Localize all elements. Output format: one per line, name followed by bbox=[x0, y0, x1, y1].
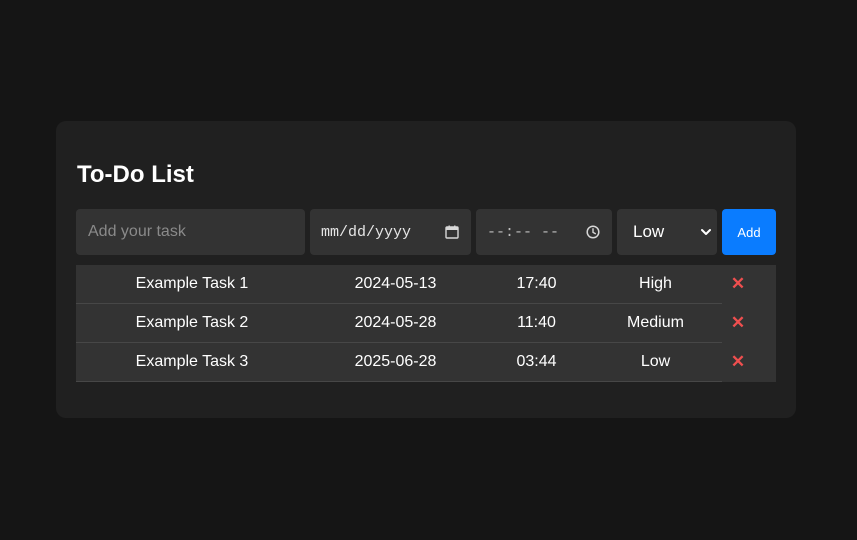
task-time: 17:40 bbox=[516, 275, 557, 292]
task-name: Example Task 1 bbox=[135, 275, 249, 292]
task-name: Example Task 2 bbox=[135, 314, 249, 331]
task-row: Example Task 1 2024-05-13 17:40 High ✕ bbox=[76, 265, 776, 304]
task-priority: High bbox=[639, 275, 672, 292]
task-row: Example Task 3 2025-06-28 03:44 Low ✕ bbox=[76, 343, 776, 382]
task-date: 2024-05-13 bbox=[354, 275, 437, 292]
delete-task-icon[interactable]: ✕ bbox=[722, 304, 754, 343]
add-task-button[interactable]: Add bbox=[722, 209, 776, 255]
task-time: 03:44 bbox=[516, 353, 557, 370]
chevron-down-icon bbox=[701, 228, 711, 236]
calendar-icon[interactable] bbox=[445, 225, 459, 239]
clock-icon[interactable] bbox=[586, 225, 600, 239]
date-input[interactable]: mm/dd/yyyy bbox=[310, 209, 471, 255]
task-priority: Medium bbox=[627, 314, 684, 331]
priority-select[interactable]: Low bbox=[617, 209, 717, 255]
task-name: Example Task 3 bbox=[135, 353, 249, 370]
time-input[interactable]: --:-- -- bbox=[476, 209, 612, 255]
row-divider bbox=[76, 381, 722, 382]
priority-selected-value: Low bbox=[633, 222, 665, 241]
task-row: Example Task 2 2024-05-28 11:40 Medium ✕ bbox=[76, 304, 776, 343]
task-date: 2024-05-28 bbox=[354, 314, 437, 331]
task-input[interactable]: Add your task bbox=[76, 209, 305, 255]
page-title: To-Do List bbox=[77, 161, 194, 188]
task-date: 2025-06-28 bbox=[354, 353, 437, 370]
delete-task-icon[interactable]: ✕ bbox=[722, 265, 754, 304]
delete-task-icon[interactable]: ✕ bbox=[722, 343, 754, 382]
task-time: 11:40 bbox=[517, 314, 556, 331]
time-input-placeholder: --:-- -- bbox=[487, 223, 560, 241]
task-list: Example Task 1 2024-05-13 17:40 High ✕ E… bbox=[76, 265, 776, 382]
task-priority: Low bbox=[640, 353, 671, 370]
todo-card: To-Do List Add your task mm/dd/yyyy --:-… bbox=[56, 121, 796, 418]
task-input-placeholder: Add your task bbox=[88, 223, 186, 240]
date-input-placeholder: mm/dd/yyyy bbox=[321, 223, 412, 241]
